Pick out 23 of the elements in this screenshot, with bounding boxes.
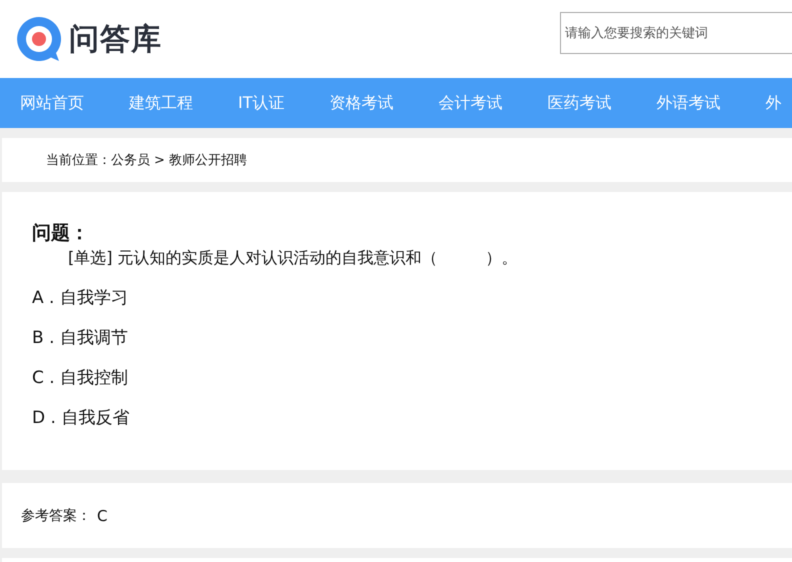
nav-link[interactable]: 建筑工程: [129, 92, 193, 114]
nav-link[interactable]: 资格考试: [330, 92, 394, 114]
answer-option: C . 自我控制: [32, 366, 792, 389]
breadcrumb-separator: >: [154, 152, 165, 168]
breadcrumb-link[interactable]: 公务员: [111, 151, 150, 169]
nav-link[interactable]: IT认证: [238, 92, 284, 114]
breadcrumb-label: 当前位置：: [46, 152, 111, 169]
answer-value: C: [97, 506, 108, 524]
nav-link[interactable]: 网站首页: [20, 92, 84, 114]
question-heading: 问题：: [32, 221, 90, 246]
nav-link[interactable]: 外语考试: [656, 92, 720, 114]
nav-link[interactable]: 医药考试: [548, 92, 612, 114]
answer-option: A . 自我学习: [32, 286, 792, 309]
search-field[interactable]: 请输入您要搜索的关键词: [560, 12, 792, 54]
answer-option: B . 自我调节: [32, 326, 792, 349]
answer-option: D . 自我反省: [32, 406, 792, 429]
nav-link[interactable]: 会计考试: [438, 92, 502, 114]
nav-link[interactable]: 外: [766, 92, 782, 114]
breadcrumb-link[interactable]: 教师公开招聘: [168, 151, 247, 169]
question-text: [单选] 元认知的实质是人对认识活动的自我意识和（ ）。: [67, 248, 519, 269]
site-logo-text[interactable]: 问答库: [69, 18, 162, 60]
answer-label: 参考答案：: [21, 506, 91, 524]
logo-icon: [15, 15, 63, 63]
